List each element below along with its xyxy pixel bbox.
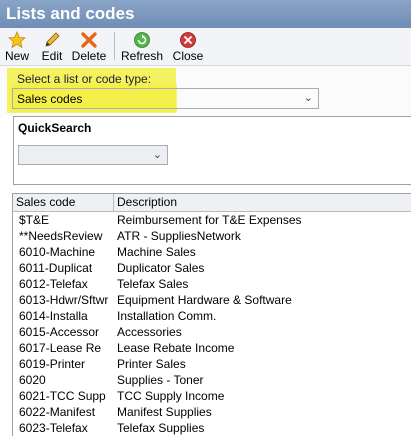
table-row[interactable]: 6020 Supplies - Toner: [13, 372, 411, 388]
table-row[interactable]: 6023-Telefax Telefax Supplies: [13, 420, 411, 436]
refresh-button[interactable]: Refresh: [120, 28, 164, 65]
edit-button[interactable]: Edit: [38, 28, 66, 65]
list-type-dropdown[interactable]: Sales codes ⌄: [12, 88, 319, 109]
table-row[interactable]: 6014-Installa Installation Comm.: [13, 308, 411, 324]
sales-code-cell: 6013-Hdwr/Sftwr: [19, 293, 109, 307]
description-cell: Equipment Hardware & Software: [117, 293, 292, 307]
close-circle-icon: [170, 31, 206, 49]
description-cell: Supplies - Toner: [117, 373, 204, 387]
list-type-label: Select a list or code type:: [17, 72, 152, 86]
delete-button[interactable]: Delete: [70, 28, 108, 65]
sales-code-cell: $T&E: [19, 213, 50, 227]
description-cell: Telefax Supplies: [117, 421, 205, 435]
new-label: New: [4, 49, 29, 63]
chevron-down-icon[interactable]: ⌄: [304, 91, 313, 104]
table-row[interactable]: $T&E Reimbursement for T&E Expenses: [13, 212, 411, 228]
toolbar: New Edit Delete Refresh Close: [0, 28, 411, 66]
sales-code-cell: 6015-Accessor: [19, 325, 100, 339]
delete-label: Delete: [71, 49, 107, 63]
sales-code-cell: 6010-Machine: [19, 245, 96, 259]
description-cell: Duplicator Sales: [117, 261, 205, 275]
description-cell: Printer Sales: [117, 357, 186, 371]
close-button[interactable]: Close: [170, 28, 206, 65]
quicksearch-dropdown[interactable]: ⌄: [18, 145, 168, 165]
description-cell: ATR - SuppliesNetwork: [117, 229, 241, 243]
table-row[interactable]: 6012-Telefax Telefax Sales: [13, 276, 411, 292]
new-button[interactable]: New: [3, 28, 31, 65]
sales-code-cell: 6017-Lease Re: [19, 341, 102, 355]
table-row[interactable]: **NeedsReview ATR - SuppliesNetwork: [13, 228, 411, 244]
column-header-description[interactable]: Description: [117, 195, 177, 209]
edit-label: Edit: [41, 49, 63, 63]
description-cell: Manifest Supplies: [117, 405, 212, 419]
list-type-value: Sales codes: [17, 92, 83, 106]
table-row[interactable]: 6013-Hdwr/Sftwr Equipment Hardware & Soft…: [13, 292, 411, 308]
sales-code-cell: 6020: [19, 373, 46, 387]
table-row[interactable]: 6021-TCC Supp TCC Supply Income: [13, 388, 411, 404]
sales-codes-table: Sales code Description $T&E Reimbursement…: [12, 193, 411, 436]
pencil-icon: [38, 31, 66, 49]
window-title: Lists and codes: [0, 0, 411, 28]
sales-code-cell: 6021-TCC Supp: [19, 389, 106, 403]
star-icon: [3, 30, 31, 49]
sales-code-cell: 6011-Duplicat: [19, 261, 93, 275]
quicksearch-panel: QuickSearch ⌄: [13, 116, 411, 185]
table-row[interactable]: 6017-Lease Re Lease Rebate Income: [13, 340, 411, 356]
table-row[interactable]: 6022-Manifest Manifest Supplies: [13, 404, 411, 420]
description-cell: Accessories: [117, 325, 182, 339]
sales-code-cell: 6023-Telefax: [19, 421, 88, 435]
sales-code-cell: 6022-Manifest: [19, 405, 96, 419]
description-cell: Lease Rebate Income: [117, 341, 235, 355]
close-label: Close: [172, 49, 204, 63]
sales-code-cell: 6014-Installa: [19, 309, 88, 323]
table-row[interactable]: 6019-Printer Printer Sales: [13, 356, 411, 372]
description-cell: Reimbursement for T&E Expenses: [117, 213, 302, 227]
sales-code-cell: 6012-Telefax: [19, 277, 88, 291]
table-row[interactable]: 6010-Machine Machine Sales: [13, 244, 411, 260]
refresh-label: Refresh: [120, 49, 164, 63]
chevron-down-icon[interactable]: ⌄: [153, 148, 162, 161]
toolbar-separator: [114, 32, 115, 60]
sales-code-cell: 6019-Printer: [19, 357, 86, 371]
table-row[interactable]: 6011-Duplicat Duplicator Sales: [13, 260, 411, 276]
red-x-icon: [70, 31, 108, 49]
description-cell: Machine Sales: [117, 245, 196, 259]
description-cell: Installation Comm.: [117, 309, 217, 323]
quicksearch-title: QuickSearch: [18, 121, 92, 135]
description-cell: TCC Supply Income: [117, 389, 225, 403]
table-row[interactable]: 6015-Accessor Accessories: [13, 324, 411, 340]
description-cell: Telefax Sales: [117, 277, 189, 291]
column-divider[interactable]: [113, 194, 114, 211]
table-header: Sales code Description: [13, 194, 411, 212]
column-header-sales-code[interactable]: Sales code: [16, 195, 75, 209]
sales-code-cell: **NeedsReview: [19, 229, 103, 243]
refresh-icon: [120, 31, 164, 49]
